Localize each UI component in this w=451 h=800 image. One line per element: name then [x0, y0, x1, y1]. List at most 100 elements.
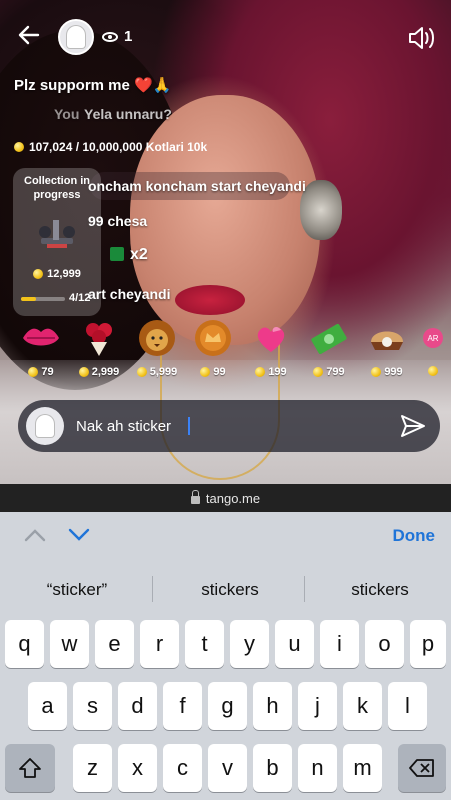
coin-icon: [33, 269, 44, 279]
gift-price: 199: [246, 366, 296, 378]
gift-money[interactable]: 799: [304, 318, 354, 378]
comment-input[interactable]: [76, 412, 376, 440]
gift-price: 999: [362, 366, 412, 378]
host-avatar[interactable]: [58, 19, 94, 55]
gift-hearts[interactable]: 199: [246, 318, 296, 378]
coin-icon: [78, 367, 89, 377]
key-b[interactable]: b: [253, 744, 292, 792]
key-y[interactable]: y: [230, 620, 269, 668]
chat-yela-message: Yela unnaru?: [84, 106, 172, 122]
gift-pearl-shell[interactable]: 999: [362, 318, 412, 378]
chevron-down-icon[interactable]: [68, 528, 90, 542]
gift-price: 79: [16, 366, 66, 378]
key-q[interactable]: q: [5, 620, 44, 668]
text-caret: [188, 417, 190, 435]
keyboard: “sticker” stickers stickers q w e r t y …: [0, 562, 451, 800]
dumbbell-collection-icon: [35, 214, 79, 254]
chat-support-line: Plz supporm me ❤️🙏: [14, 77, 172, 94]
key-i[interactable]: i: [320, 620, 359, 668]
gift-price: [418, 366, 448, 376]
key-t[interactable]: t: [185, 620, 224, 668]
key-s[interactable]: s: [73, 682, 112, 730]
url-text: tango.me: [205, 490, 261, 506]
chat-multiplier: x2: [110, 246, 148, 264]
gift-price-value: 99: [213, 366, 226, 378]
key-u[interactable]: u: [275, 620, 314, 668]
gift-lips[interactable]: 79: [16, 318, 66, 378]
key-f[interactable]: f: [163, 682, 202, 730]
svg-text:AR: AR: [427, 334, 438, 343]
backspace-icon: [409, 759, 434, 777]
pearl-shell-icon: [367, 318, 407, 358]
key-h[interactable]: h: [253, 682, 292, 730]
lips-icon: [21, 318, 61, 358]
collection-card[interactable]: Collection in progress 12,999 4/12: [13, 168, 101, 316]
suggestion-item[interactable]: stickers: [155, 580, 305, 600]
shift-key[interactable]: [5, 744, 55, 792]
streamer-earring: [300, 180, 342, 240]
gift-rose-bouquet[interactable]: 2,999: [74, 318, 124, 378]
key-e[interactable]: e: [95, 620, 134, 668]
gift-price: 799: [304, 366, 354, 378]
chat-multiplier-text: x2: [130, 246, 148, 263]
key-o[interactable]: o: [365, 620, 404, 668]
key-v[interactable]: v: [208, 744, 247, 792]
crown-coin-icon: [193, 318, 233, 358]
key-j[interactable]: j: [298, 682, 337, 730]
key-g[interactable]: g: [208, 682, 247, 730]
chevron-up-icon[interactable]: [24, 528, 46, 542]
key-m[interactable]: m: [343, 744, 382, 792]
collection-price: 12,999: [13, 268, 101, 280]
viewer-count: 1: [102, 28, 132, 45]
ar-icon: AR: [421, 318, 445, 358]
coin-icon: [313, 367, 324, 377]
goal-progress: 107,024 / 10,000,000 Kotlari 10k: [14, 140, 207, 154]
goal-progress-text: 107,024 / 10,000,000 Kotlari 10k: [29, 140, 208, 154]
collection-progress-bar: [21, 297, 65, 301]
chat-gift-icon: [110, 247, 124, 261]
key-p[interactable]: p: [410, 620, 446, 668]
gift-price-value: 79: [41, 366, 54, 378]
ghost-avatar-icon: [67, 26, 85, 48]
comment-bar: [18, 400, 440, 452]
gift-price: 99: [188, 366, 238, 378]
coin-icon: [136, 367, 147, 377]
suggestion-divider: [152, 576, 153, 602]
key-c[interactable]: c: [163, 744, 202, 792]
gift-price-value: 999: [384, 366, 403, 378]
browser-url-bar[interactable]: tango.me: [0, 484, 451, 512]
gift-price: 5,999: [132, 366, 182, 378]
my-avatar[interactable]: [26, 407, 64, 445]
gift-price: 2,999: [74, 366, 124, 378]
send-icon[interactable]: [400, 414, 426, 438]
suggestion-item[interactable]: stickers: [305, 580, 451, 600]
speaker-icon[interactable]: [407, 24, 437, 52]
live-stream-view[interactable]: 1 Plz supporm me ❤️🙏 You Yela unnaru? 10…: [0, 0, 451, 484]
suggestion-item[interactable]: “sticker”: [2, 580, 152, 600]
key-a[interactable]: a: [28, 682, 67, 730]
suggestion-bar: “sticker” stickers stickers: [0, 562, 451, 616]
gift-price-value: 199: [268, 366, 287, 378]
key-n[interactable]: n: [298, 744, 337, 792]
key-d[interactable]: d: [118, 682, 157, 730]
key-w[interactable]: w: [50, 620, 89, 668]
backspace-key[interactable]: [398, 744, 446, 792]
collection-price-value: 12,999: [47, 268, 81, 280]
collection-progress-fill: [21, 297, 36, 301]
back-arrow-icon[interactable]: [18, 24, 46, 52]
key-x[interactable]: x: [118, 744, 157, 792]
coin-icon: [14, 142, 24, 152]
coin-icon: [255, 367, 266, 377]
key-r[interactable]: r: [140, 620, 179, 668]
gift-ar[interactable]: AR: [418, 318, 448, 376]
key-z[interactable]: z: [73, 744, 112, 792]
key-k[interactable]: k: [343, 682, 382, 730]
streamer-lips: [175, 285, 245, 315]
shift-icon: [19, 758, 41, 778]
gift-lion[interactable]: 5,999: [132, 318, 182, 378]
done-button[interactable]: Done: [393, 526, 436, 546]
coin-icon: [371, 367, 382, 377]
eye-icon: [102, 31, 118, 42]
key-l[interactable]: l: [388, 682, 427, 730]
gift-crown-coin[interactable]: 99: [188, 318, 238, 378]
